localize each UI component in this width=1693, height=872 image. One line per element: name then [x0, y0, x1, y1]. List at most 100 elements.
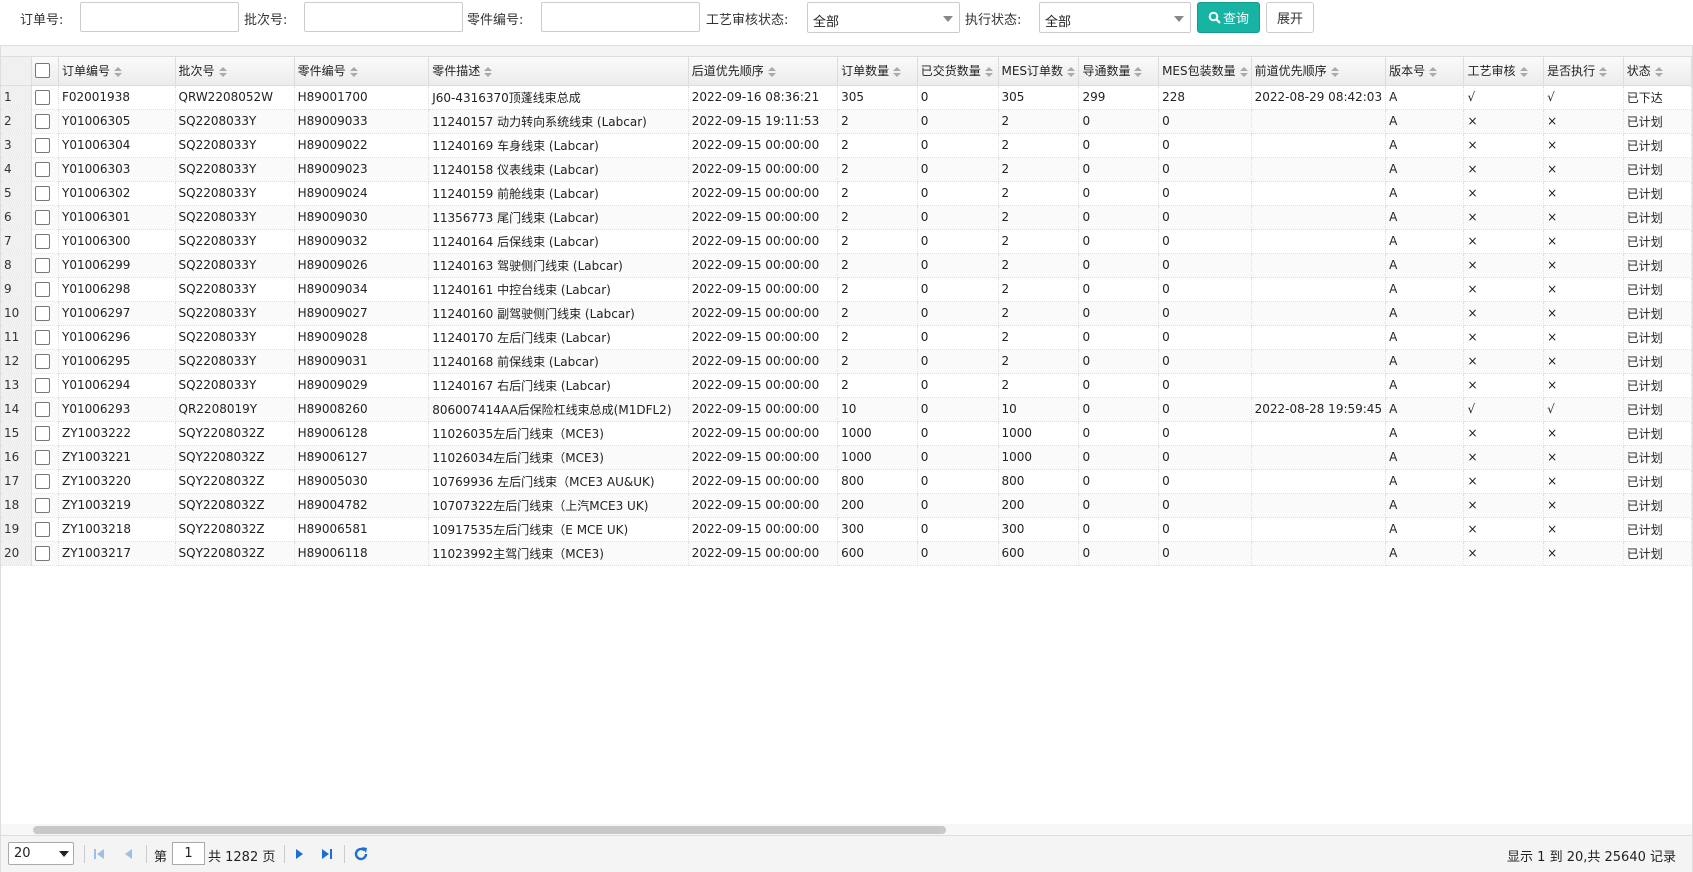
sort-icon[interactable] [1519, 66, 1528, 77]
table-cell: 11023992主驾门线束（MCE3) [428, 541, 689, 566]
column-header[interactable]: 零件描述 [428, 57, 689, 86]
table-row[interactable]: 18 ZY1003219 SQY2208032Z H89004782 10707322左… [1, 493, 1693, 518]
column-header[interactable]: MES包装数量 [1158, 57, 1252, 86]
table-cell: 0 [1078, 541, 1160, 566]
sort-icon[interactable] [767, 66, 776, 77]
table-row[interactable]: 4 Y01006303 SQ2208033Y H89009023 11240158 仪表… [1, 157, 1693, 182]
table-row[interactable]: 20 ZY1003217 SQY2208032Z H89006118 11023992主… [1, 541, 1693, 566]
batch-no-input[interactable] [304, 2, 463, 32]
row-checkbox[interactable] [35, 449, 51, 465]
table-row[interactable]: 16 ZY1003221 SQY2208032Z H89006127 11026034左… [1, 445, 1693, 470]
table-row[interactable]: 14 Y01006293 QR2208019Y H89008260 806007414A… [1, 397, 1693, 422]
row-checkbox[interactable] [35, 401, 51, 417]
row-checkbox[interactable] [35, 329, 51, 345]
order-no-input[interactable] [80, 2, 239, 32]
query-button[interactable]: 查询 [1197, 2, 1260, 33]
column-header[interactable]: 后道优先顺序 [688, 57, 839, 86]
part-no-label: 零件编号: [467, 13, 524, 28]
sort-icon[interactable] [114, 66, 122, 77]
row-checkbox[interactable] [35, 113, 51, 129]
row-checkbox[interactable] [35, 161, 51, 177]
column-header[interactable]: 前道优先顺序 [1251, 57, 1387, 86]
column-header-label: 前道优先顺序 [1254, 64, 1327, 79]
prev-page-icon[interactable] [120, 845, 138, 863]
column-header[interactable]: 工艺审核 [1463, 57, 1545, 86]
sort-icon[interactable] [1330, 66, 1339, 77]
table-cell: 0 [917, 157, 999, 182]
horizontal-scrollbar[interactable] [1, 824, 1692, 835]
row-checkbox[interactable] [35, 497, 51, 513]
row-checkbox[interactable] [35, 209, 51, 225]
last-page-icon[interactable] [318, 845, 336, 863]
sort-icon[interactable] [349, 66, 358, 77]
table-row[interactable]: 1 F02001938 QRW2208052W H89001700 J60-431637… [1, 85, 1693, 110]
row-checkbox[interactable] [35, 137, 51, 153]
row-checkbox[interactable] [35, 257, 51, 273]
table-row[interactable]: 5 Y01006302 SQ2208033Y H89009024 11240159 前舱… [1, 181, 1693, 206]
row-checkbox[interactable] [35, 473, 51, 489]
row-checkbox[interactable] [35, 305, 51, 321]
table-cell: 2 [998, 157, 1080, 182]
sort-icon[interactable] [1239, 66, 1248, 77]
table-row[interactable]: 12 Y01006295 SQ2208033Y H89009031 11240168 前… [1, 349, 1693, 374]
page-size-select[interactable]: 20 [8, 842, 74, 865]
table-row[interactable]: 10 Y01006297 SQ2208033Y H89009027 11240160 副… [1, 301, 1693, 326]
sort-icon[interactable] [984, 66, 993, 77]
row-checkbox[interactable] [35, 233, 51, 249]
table-row[interactable]: 7 Y01006300 SQ2208033Y H89009032 11240164 后保… [1, 229, 1693, 254]
table-row[interactable]: 15 ZY1003222 SQY2208032Z H89006128 11026035左… [1, 421, 1693, 446]
exec-status-select[interactable]: 全部 [1039, 2, 1191, 33]
table-row[interactable]: 17 ZY1003220 SQY2208032Z H89005030 10769936 … [1, 469, 1693, 494]
sort-icon[interactable] [484, 66, 493, 77]
table-row[interactable]: 13 Y01006294 SQ2208033Y H89009029 11240167 右… [1, 373, 1693, 398]
table-row[interactable]: 8 Y01006299 SQ2208033Y H89009026 11240163 驾驶… [1, 253, 1693, 278]
select-all-checkbox[interactable] [35, 63, 51, 79]
row-checkbox[interactable] [35, 521, 51, 537]
table-cell: × [1543, 133, 1624, 158]
sort-icon[interactable] [1067, 66, 1076, 77]
column-header[interactable]: MES订单数 [998, 57, 1080, 86]
row-checkbox[interactable] [35, 377, 51, 393]
table-row[interactable]: 6 Y01006301 SQ2208033Y H89009030 11356773 尾门… [1, 205, 1693, 230]
column-header[interactable]: 批次号 [175, 57, 295, 86]
sort-icon[interactable] [218, 66, 227, 77]
table-cell: 2022-09-15 00:00:00 [688, 301, 839, 326]
table-row[interactable]: 2 Y01006305 SQ2208033Y H89009033 11240157 动力… [1, 109, 1693, 134]
order-grid: 订单编号 批次号 零件编号 零件描述 后道优先顺序 订单数量 已交货数量 MES订单数 导通数量… [0, 45, 1693, 872]
table-row[interactable]: 3 Y01006304 SQ2208033Y H89009022 11240169 车身… [1, 133, 1693, 158]
sort-icon[interactable] [1599, 66, 1608, 77]
next-page-icon[interactable] [290, 845, 308, 863]
first-page-icon[interactable] [90, 845, 108, 863]
table-cell [1251, 493, 1387, 518]
page-number-input[interactable]: 1 [172, 842, 205, 865]
process-review-select[interactable]: 全部 [807, 2, 960, 33]
sort-icon[interactable] [1654, 66, 1663, 77]
column-header[interactable]: 已交货数量 [917, 57, 999, 86]
expand-button[interactable]: 展开 [1266, 2, 1314, 33]
row-checkbox[interactable] [35, 281, 51, 297]
part-no-input[interactable] [541, 2, 700, 32]
column-header[interactable]: 状态 [1623, 57, 1693, 86]
row-checkbox[interactable] [35, 425, 51, 441]
column-header[interactable]: 订单编号 [58, 57, 176, 86]
refresh-icon[interactable] [352, 845, 370, 863]
row-checkbox[interactable] [35, 545, 51, 561]
table-cell: × [1543, 253, 1624, 278]
row-checkbox[interactable] [35, 89, 51, 105]
column-header[interactable]: 版本号 [1385, 57, 1465, 86]
sort-icon[interactable] [1429, 66, 1438, 77]
row-checkbox[interactable] [35, 185, 51, 201]
table-row[interactable]: 11 Y01006296 SQ2208033Y H89009028 11240170 左… [1, 325, 1693, 350]
chevron-down-icon [59, 851, 69, 857]
table-row[interactable]: 19 ZY1003218 SQY2208032Z H89006581 10917535左… [1, 517, 1693, 542]
scrollbar-thumb[interactable] [33, 826, 946, 834]
table-cell: Y01006301 [58, 205, 176, 230]
column-header[interactable]: 是否执行 [1543, 57, 1624, 86]
sort-icon[interactable] [1134, 66, 1143, 77]
column-header[interactable]: 导通数量 [1078, 57, 1160, 86]
table-row[interactable]: 9 Y01006298 SQ2208033Y H89009034 11240161 中控… [1, 277, 1693, 302]
column-header[interactable]: 订单数量 [837, 57, 918, 86]
row-checkbox[interactable] [35, 353, 51, 369]
column-header[interactable]: 零件编号 [294, 57, 430, 86]
sort-icon[interactable] [893, 66, 902, 77]
